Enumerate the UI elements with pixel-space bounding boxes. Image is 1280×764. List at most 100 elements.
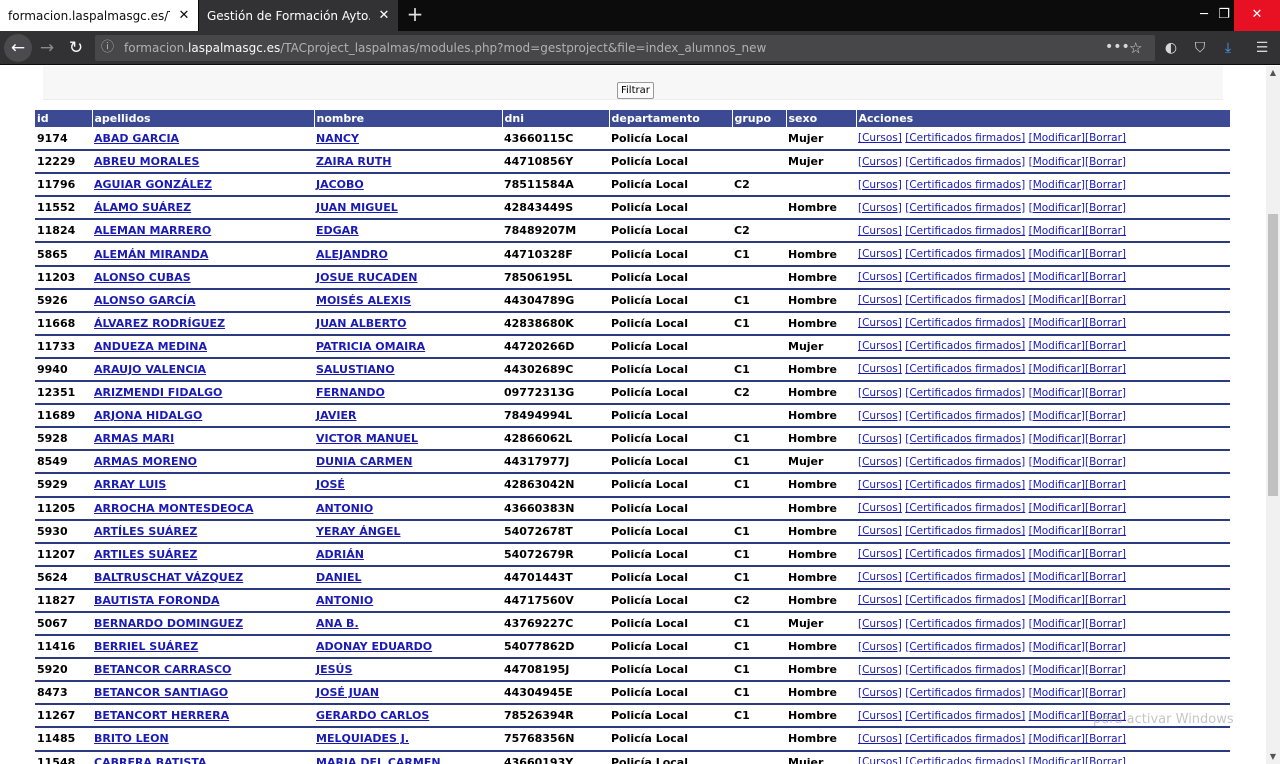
apellidos-link[interactable]: ALONSO CUBAS — [94, 271, 191, 284]
modificar-link[interactable]: [Modificar] — [1029, 687, 1085, 699]
borrar-link[interactable]: [Borrar] — [1085, 317, 1126, 329]
modificar-link[interactable]: [Modificar] — [1029, 548, 1085, 560]
forward-arrow-icon[interactable]: → — [33, 34, 61, 62]
cursos-link[interactable]: [Cursos] — [858, 571, 902, 583]
apellidos-link[interactable]: BAUTISTA FORONDA — [94, 594, 220, 607]
nombre-link[interactable]: MARIA DEL CARMEN — [316, 756, 441, 764]
nombre-link[interactable]: ZAIRA RUTH — [316, 155, 392, 168]
borrar-link[interactable]: [Borrar] — [1085, 410, 1126, 422]
nombre-link[interactable]: JESÚS — [316, 663, 352, 676]
certificados-link[interactable]: [Certificados firmados] — [905, 710, 1025, 722]
close-tab-icon[interactable]: ✕ — [376, 8, 392, 23]
modificar-link[interactable]: [Modificar] — [1029, 756, 1085, 764]
certificados-link[interactable]: [Certificados firmados] — [905, 664, 1025, 676]
modificar-link[interactable]: [Modificar] — [1029, 733, 1085, 745]
borrar-link[interactable]: [Borrar] — [1085, 548, 1126, 560]
apellidos-link[interactable]: ABREU MORALES — [94, 155, 199, 168]
apellidos-link[interactable]: ABAD GARCIA — [94, 132, 179, 145]
certificados-link[interactable]: [Certificados firmados] — [905, 340, 1025, 352]
new-tab-button[interactable]: + — [402, 2, 428, 28]
apellidos-link[interactable]: BRITO LEON — [94, 732, 169, 745]
cursos-link[interactable]: [Cursos] — [858, 756, 902, 764]
nombre-link[interactable]: SALUSTIANO — [316, 363, 395, 376]
apellidos-link[interactable]: ALEMÁN MIRANDA — [94, 248, 208, 261]
apellidos-link[interactable]: ALEMAN MARRERO — [94, 224, 211, 237]
modificar-link[interactable]: [Modificar] — [1029, 571, 1085, 583]
scroll-up-arrow-icon[interactable]: ▲ — [1266, 66, 1280, 80]
certificados-link[interactable]: [Certificados firmados] — [905, 387, 1025, 399]
nombre-link[interactable]: JOSUE RUCADEN — [316, 271, 417, 284]
nombre-link[interactable]: ANTONIO — [316, 594, 373, 607]
close-tab-icon[interactable]: ✕ — [176, 8, 192, 23]
certificados-link[interactable]: [Certificados firmados] — [905, 641, 1025, 653]
reload-icon[interactable]: ↻ — [62, 34, 90, 62]
borrar-link[interactable]: [Borrar] — [1085, 456, 1126, 468]
certificados-link[interactable]: [Certificados firmados] — [905, 248, 1025, 260]
cursos-link[interactable]: [Cursos] — [858, 733, 902, 745]
cursos-link[interactable]: [Cursos] — [858, 363, 902, 375]
apellidos-link[interactable]: ALONSO GARCÍA — [94, 294, 195, 307]
cursos-link[interactable]: [Cursos] — [858, 132, 902, 144]
borrar-link[interactable]: [Borrar] — [1085, 271, 1126, 283]
certificados-link[interactable]: [Certificados firmados] — [905, 594, 1025, 606]
certificados-link[interactable]: [Certificados firmados] — [905, 456, 1025, 468]
cursos-link[interactable]: [Cursos] — [858, 340, 902, 352]
nombre-link[interactable]: ADONAY EDUARDO — [316, 640, 432, 653]
modificar-link[interactable]: [Modificar] — [1029, 525, 1085, 537]
certificados-link[interactable]: [Certificados firmados] — [905, 502, 1025, 514]
borrar-link[interactable]: [Borrar] — [1085, 618, 1126, 630]
nombre-link[interactable]: ALEJANDRO — [316, 248, 388, 261]
borrar-link[interactable]: [Borrar] — [1085, 387, 1126, 399]
modificar-link[interactable]: [Modificar] — [1029, 387, 1085, 399]
nombre-link[interactable]: JUAN ALBERTO — [316, 317, 407, 330]
certificados-link[interactable]: [Certificados firmados] — [905, 525, 1025, 537]
nombre-link[interactable]: JAVIER — [316, 409, 356, 422]
certificados-link[interactable]: [Certificados firmados] — [905, 202, 1025, 214]
certificados-link[interactable]: [Certificados firmados] — [905, 410, 1025, 422]
info-icon[interactable]: ⓘ — [101, 35, 114, 61]
vertical-scrollbar[interactable]: ▲ ▼ — [1266, 66, 1280, 764]
apellidos-link[interactable]: ARMAS MORENO — [94, 455, 197, 468]
nombre-link[interactable]: JACOBO — [316, 178, 364, 191]
cursos-link[interactable]: [Cursos] — [858, 202, 902, 214]
nombre-link[interactable]: PATRICIA OMAIRA — [316, 340, 425, 353]
nombre-link[interactable]: ANA B. — [316, 617, 359, 630]
cursos-link[interactable]: [Cursos] — [858, 710, 902, 722]
modificar-link[interactable]: [Modificar] — [1029, 433, 1085, 445]
cursos-link[interactable]: [Cursos] — [858, 387, 902, 399]
window-close-icon[interactable]: ✕ — [1234, 0, 1280, 31]
nombre-link[interactable]: JOSÉ — [316, 478, 345, 491]
cursos-link[interactable]: [Cursos] — [858, 548, 902, 560]
borrar-link[interactable]: [Borrar] — [1085, 156, 1126, 168]
borrar-link[interactable]: [Borrar] — [1085, 132, 1126, 144]
page-actions-icon[interactable]: ••• — [1105, 35, 1130, 59]
scroll-down-arrow-icon[interactable]: ▼ — [1266, 750, 1280, 764]
modificar-link[interactable]: [Modificar] — [1029, 294, 1085, 306]
filter-button[interactable]: Filtrar — [617, 82, 654, 99]
apellidos-link[interactable]: ARROCHA MONTESDEOCA — [94, 502, 253, 515]
certificados-link[interactable]: [Certificados firmados] — [905, 363, 1025, 375]
apellidos-link[interactable]: AGUIAR GONZÁLEZ — [94, 178, 212, 191]
modificar-link[interactable]: [Modificar] — [1029, 271, 1085, 283]
certificados-link[interactable]: [Certificados firmados] — [905, 294, 1025, 306]
apellidos-link[interactable]: ANDUEZA MEDINA — [94, 340, 207, 353]
hamburger-menu-icon[interactable]: ☰ — [1250, 36, 1274, 60]
apellidos-link[interactable]: BERNARDO DOMINGUEZ — [94, 617, 243, 630]
apellidos-link[interactable]: ARTÍLES SUÁREZ — [94, 525, 197, 538]
nombre-link[interactable]: EDGAR — [316, 224, 359, 237]
back-arrow-icon[interactable]: ← — [4, 34, 32, 62]
nombre-link[interactable]: NANCY — [316, 132, 359, 145]
borrar-link[interactable]: [Borrar] — [1085, 733, 1126, 745]
tab-inactive[interactable]: Gestión de Formación Ayto. Las Pa ✕ — [199, 0, 398, 31]
modificar-link[interactable]: [Modificar] — [1029, 479, 1085, 491]
header-departamento[interactable]: departamento — [609, 110, 733, 127]
borrar-link[interactable]: [Borrar] — [1085, 594, 1126, 606]
cursos-link[interactable]: [Cursos] — [858, 641, 902, 653]
borrar-link[interactable]: [Borrar] — [1085, 525, 1126, 537]
certificados-link[interactable]: [Certificados firmados] — [905, 756, 1025, 764]
url-bar[interactable]: ⓘ formacion.laspalmasgc.es/TACproject_la… — [95, 35, 1155, 61]
apellidos-link[interactable]: ARTILES SUÁREZ — [94, 548, 197, 561]
tab-active[interactable]: formacion.laspalmasgc.es/TACproj ✕ — [0, 0, 198, 31]
nombre-link[interactable]: MOISÉS ALEXIS — [316, 294, 411, 307]
cursos-link[interactable]: [Cursos] — [858, 479, 902, 491]
